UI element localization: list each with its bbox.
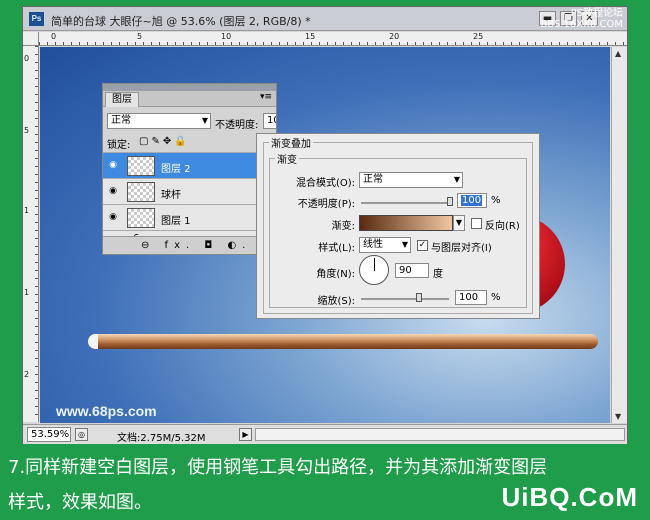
scroll-down-icon[interactable]: ▼ (615, 412, 621, 421)
ruler-tick-label: 20 (389, 32, 400, 41)
panel-grip[interactable] (103, 84, 276, 91)
scale-value: 100 (459, 292, 479, 303)
angle-dial[interactable] (359, 255, 389, 285)
opacity-value: 100% (267, 115, 276, 126)
eye-icon[interactable]: ◉ (107, 160, 119, 171)
ruler-tick-label: 0 (51, 32, 57, 41)
status-info-icon[interactable]: ◎ (75, 428, 88, 441)
scale-slider[interactable] (361, 293, 449, 302)
ruler-tick-label: 15 (305, 32, 316, 41)
eye-icon[interactable]: ◉ (107, 212, 119, 223)
gradient-overlay-dialog: 渐变叠加 渐变 混合模式(O): 正常 ▼ 不透明度(P): 100 % 渐变:… (256, 133, 540, 319)
layer-thumbnail (127, 208, 155, 228)
opacity-slider[interactable] (361, 197, 453, 206)
angle-label: 角度(N): (316, 269, 355, 280)
photoshop-window: Ps 简单的台球 大眼仔~旭 @ 53.6% (图层 2, RGB/8) * ▬… (22, 6, 628, 444)
watermark-line-2: BBS.16XX8.COM (540, 19, 623, 30)
style-value: 线性 (363, 239, 383, 250)
angle-dial-hand (374, 258, 375, 271)
opacity-input[interactable]: 100 (457, 193, 487, 208)
layers-panel: 图层 ▾≡ 正常 ▼ 不透明度: 100% 锁定: ▢✎✥🔒 填 ◉ 图层 2 … (102, 83, 277, 255)
gradient-label: 渐变: (331, 221, 355, 232)
style-label: 样式(L): (318, 243, 355, 254)
title-bar: Ps 简单的台球 大眼仔~旭 @ 53.6% (图层 2, RGB/8) * ▬… (23, 7, 627, 31)
layer-opacity-input[interactable]: 100% (263, 113, 276, 129)
reverse-label: 反向(R) (485, 221, 520, 232)
ruler-tick-label: 5 (137, 32, 143, 41)
caption-line-1: 7.同样新建空白图层，使用钢笔工具勾出路径，并为其添加渐变图层 (8, 457, 548, 478)
align-with-layer-checkbox[interactable]: ✓ (417, 240, 428, 251)
chevron-down-icon: ▼ (453, 175, 460, 184)
angle-unit: 度 (433, 269, 443, 280)
eye-icon[interactable]: ◉ (107, 186, 119, 197)
status-menu-arrow-icon[interactable]: ▶ (239, 428, 252, 441)
blend-mode-value: 正常 (111, 115, 131, 126)
layer-thumbnail (127, 156, 155, 176)
scale-input[interactable]: 100 (455, 290, 487, 305)
panel-tab-row: 图层 ▾≡ (103, 91, 276, 107)
opacity-unit: % (491, 195, 501, 206)
layer-row[interactable]: ◉ 球杆 (103, 178, 276, 204)
horizontal-ruler[interactable]: 0 5 10 15 20 25 (39, 32, 627, 46)
angle-input[interactable]: 90 (395, 263, 429, 278)
cue-tip (88, 334, 98, 349)
watermark-line-1: PS教程论坛 (570, 8, 623, 19)
layer-blend-mode-select[interactable]: 正常 ▼ (107, 113, 211, 129)
ruler-tick-label: 25 (473, 32, 484, 41)
lock-label: 锁定: (107, 140, 131, 151)
ruler-tick-label: 0 (24, 54, 30, 63)
brand-logo: UiBQ.CoM (501, 482, 638, 512)
scroll-up-icon[interactable]: ▲ (615, 49, 621, 58)
chevron-down-icon: ▼ (401, 240, 408, 249)
section-title: 渐变叠加 (269, 135, 313, 150)
tab-layers[interactable]: 图层 (105, 92, 139, 107)
document-title: 简单的台球 大眼仔~旭 @ 53.6% (图层 2, RGB/8) * (51, 15, 311, 28)
ruler-tick-label: 10 (221, 32, 232, 41)
angle-value: 90 (399, 265, 412, 276)
blend-mode-label: 混合模式(O): (295, 178, 355, 189)
ruler-tick-label: 1 (24, 206, 30, 215)
group-title: 渐变 (275, 151, 299, 166)
layer-name: 球杆 (161, 190, 181, 201)
layer-row[interactable]: ◉ 图层 1 (103, 204, 276, 230)
vertical-scrollbar[interactable]: ▲ ▼ (611, 47, 627, 423)
vertical-ruler[interactable]: 0 5 1 1 2 (23, 46, 39, 422)
forum-watermark: PS教程论坛 BBS.16XX8.COM (540, 8, 623, 30)
blend-mode-select[interactable]: 正常 ▼ (359, 172, 463, 188)
gradient-swatch[interactable] (359, 215, 453, 231)
layer-row[interactable]: ◉ 图层 2 (103, 152, 276, 178)
horizontal-scrollbar[interactable] (255, 428, 625, 441)
opacity-slider-knob[interactable] (447, 197, 453, 206)
opacity-value: 100 (461, 195, 483, 206)
zoom-field[interactable]: 53.59% (27, 427, 71, 442)
layer-thumbnail (127, 182, 155, 202)
chevron-down-icon: ▼ (201, 116, 208, 125)
layer-name: 图层 2 (161, 164, 191, 175)
ruler-tick-label: 5 (24, 126, 30, 135)
ruler-tick-label: 2 (24, 370, 30, 379)
ruler-tick-label: 1 (24, 288, 30, 297)
gradient-picker-button[interactable]: ▼ (453, 215, 465, 231)
style-select[interactable]: 线性 ▼ (359, 237, 411, 253)
opacity-label: 不透明度(P): (297, 199, 355, 210)
opacity-label: 不透明度: (215, 120, 259, 131)
blend-mode-value: 正常 (363, 174, 383, 185)
align-with-layer-label: 与图层对齐(I) (431, 243, 492, 254)
panel-menu-icon[interactable]: ▾≡ (260, 92, 272, 102)
document-canvas[interactable]: www.68ps.com 图层 ▾≡ 正常 ▼ 不透明度: 100% 锁定: ▢… (40, 47, 610, 423)
lock-icons[interactable]: ▢✎✥🔒 (139, 136, 190, 147)
scale-unit: % (491, 292, 501, 303)
cue-stick (88, 334, 598, 349)
scale-label: 缩放(S): (317, 296, 355, 307)
site-watermark: www.68ps.com (56, 403, 157, 419)
reverse-checkbox[interactable] (471, 218, 482, 229)
status-bar: 53.59% ◎ 文档:2.75M/5.32M ▶ (23, 424, 627, 444)
scale-slider-knob[interactable] (415, 293, 422, 302)
ruler-corner[interactable] (23, 32, 39, 46)
photoshop-logo-icon: Ps (29, 12, 44, 26)
layer-name: 图层 1 (161, 216, 191, 227)
document-info: 文档:2.75M/5.32M (117, 433, 206, 444)
layers-footer-icons[interactable]: ⊖ fx. ◘ ◐. ▭ (103, 236, 276, 254)
